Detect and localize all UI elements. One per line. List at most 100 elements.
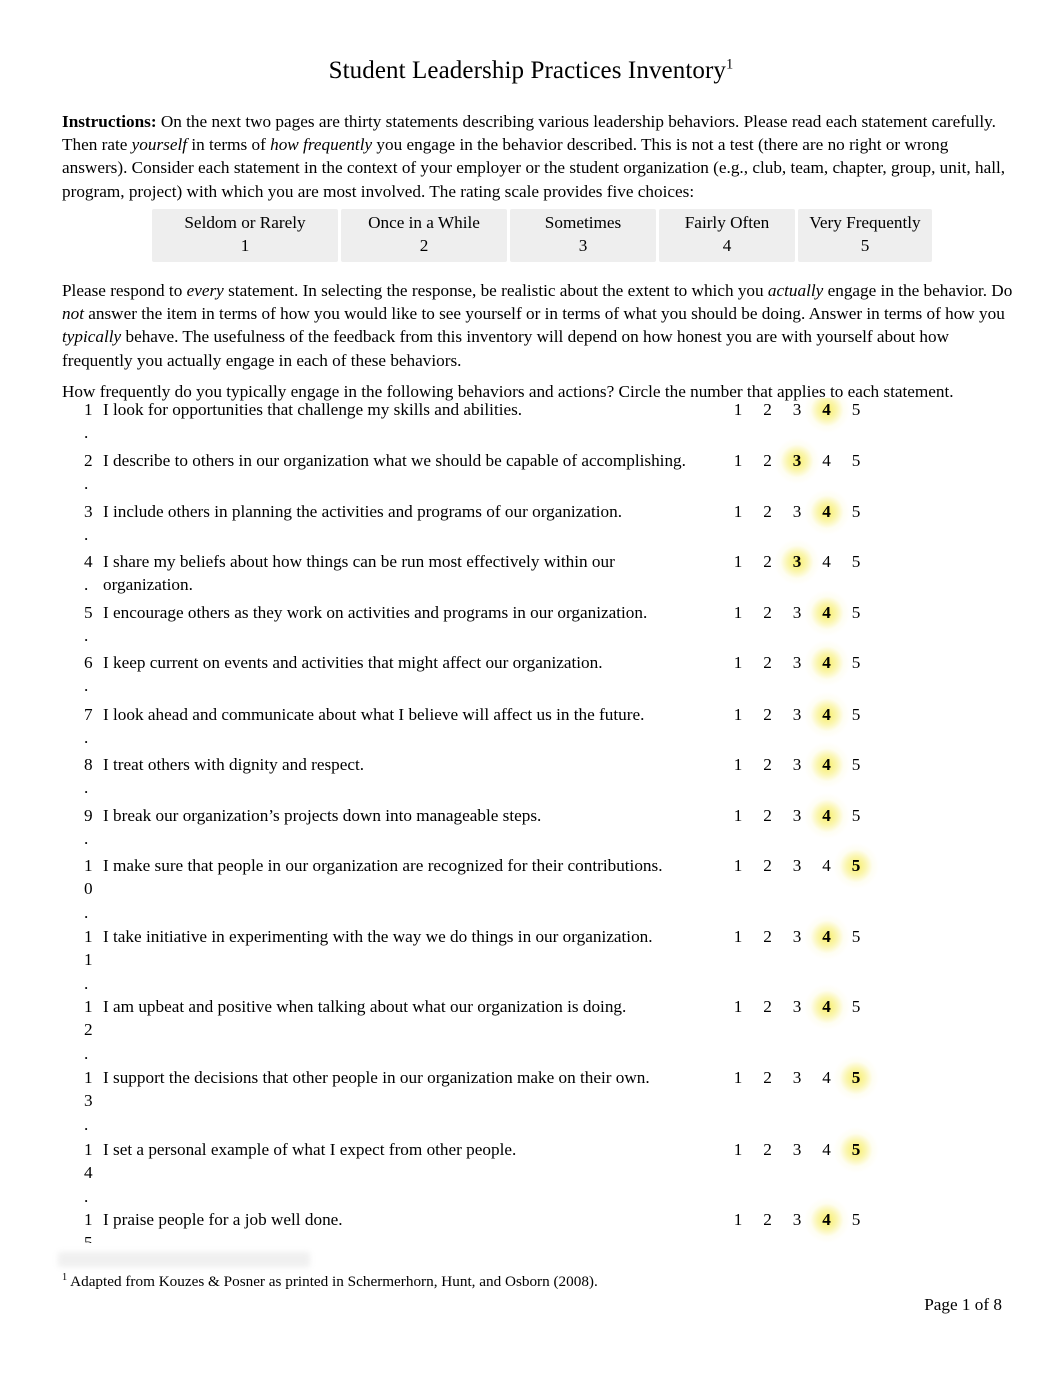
survey-item-rating-group: 12345 — [728, 691, 878, 739]
survey-item-text: I include others in planning the activit… — [103, 502, 622, 521]
rating-option-2[interactable]: 2 — [758, 995, 778, 1018]
rating-option-1[interactable]: 1 — [728, 1208, 748, 1231]
rating-option-1[interactable]: 1 — [728, 449, 748, 472]
scale-option-2: Once in a While 2 — [341, 209, 507, 262]
survey-item-rating-group: 12345 — [728, 1126, 879, 1174]
survey-item-number: 1 5 . — [84, 1210, 93, 1243]
rating-option-5-selected[interactable]: 5 — [833, 1126, 879, 1174]
respond-t1: Please respond to — [62, 281, 187, 300]
scale-option-5-value: 5 — [860, 235, 870, 255]
survey-item-rating-group: 12345 — [728, 1054, 879, 1102]
survey-item-text: I am upbeat and positive when talking ab… — [103, 997, 627, 1016]
rating-option-4-selected[interactable]: 4 — [803, 398, 850, 434]
rating-option-4-selected[interactable]: 4 — [803, 792, 850, 840]
scale-option-1-value: 1 — [240, 235, 250, 255]
instructions-italic-how-frequently: how frequently — [270, 135, 373, 155]
survey-item-number: 2 . — [84, 451, 93, 494]
scale-option-3-label: Sometimes — [544, 213, 622, 232]
survey-item-number: 1 3 . — [84, 1068, 93, 1134]
rating-option-2[interactable]: 2 — [758, 925, 778, 948]
scale-option-3-value: 3 — [578, 235, 588, 255]
rating-option-4-selected[interactable]: 4 — [803, 589, 850, 637]
page-number: Page 1 of 8 — [924, 1295, 1002, 1314]
scale-option-5-label: Very Frequently — [809, 213, 921, 232]
rating-option-5[interactable]: 5 — [846, 449, 866, 472]
document-page: Student Leadership Practices Inventory 1 … — [0, 0, 1062, 1377]
rating-option-2[interactable]: 2 — [758, 500, 778, 523]
footnote-text: Adapted from Kouzes & Posner as printed … — [67, 1273, 598, 1290]
survey-item-text: I break our organization’s projects down… — [103, 806, 542, 825]
respond-i4: typically — [62, 327, 122, 347]
rating-option-1[interactable]: 1 — [728, 1138, 748, 1161]
rating-option-4-selected[interactable]: 4 — [803, 639, 850, 687]
survey-item-text: I encourage others as they work on activ… — [103, 603, 648, 622]
page-title-text: Student Leadership Practices Inventory — [328, 57, 727, 84]
survey-item-number: 1 0 . — [84, 856, 93, 922]
rating-option-2[interactable]: 2 — [758, 1066, 778, 1089]
survey-item-text: I make sure that people in our organizat… — [103, 856, 663, 875]
scale-option-4: Fairly Often 4 — [659, 209, 795, 262]
rating-option-1[interactable]: 1 — [728, 550, 748, 573]
rating-option-1[interactable]: 1 — [728, 398, 748, 421]
rating-option-5-selected[interactable]: 5 — [833, 842, 879, 890]
scale-option-1-label: Seldom or Rarely — [184, 213, 306, 232]
survey-item-rating-group: 12345 — [728, 398, 878, 434]
rating-option-1[interactable]: 1 — [728, 925, 748, 948]
rating-option-1[interactable]: 1 — [728, 601, 748, 624]
page-title: Student Leadership Practices Inventory1 — [0, 56, 1062, 86]
rating-option-4-selected[interactable]: 4 — [803, 913, 850, 961]
survey-item-number: 8 . — [84, 755, 93, 798]
rating-option-2[interactable]: 2 — [758, 854, 778, 877]
rating-option-4-selected[interactable]: 4 — [803, 691, 850, 739]
rating-option-3-selected[interactable]: 3 — [774, 538, 820, 586]
rating-option-4-selected[interactable]: 4 — [803, 983, 850, 1031]
rating-option-2[interactable]: 2 — [758, 753, 778, 776]
rating-option-2[interactable]: 2 — [758, 1138, 778, 1161]
rating-option-5[interactable]: 5 — [846, 550, 866, 573]
rating-option-1[interactable]: 1 — [728, 500, 748, 523]
rating-option-1[interactable]: 1 — [728, 854, 748, 877]
rating-option-1[interactable]: 1 — [728, 1066, 748, 1089]
scale-option-1: Seldom or Rarely 1 — [152, 209, 338, 262]
survey-item-number: 1 . — [84, 400, 93, 443]
rating-option-3[interactable]: 3 — [787, 854, 807, 877]
rating-option-3-selected[interactable]: 3 — [774, 437, 820, 485]
scale-option-4-value: 4 — [722, 235, 732, 255]
scale-option-2-label: Once in a While — [368, 213, 480, 232]
rating-option-1[interactable]: 1 — [728, 995, 748, 1018]
survey-item-rating-group: 12345 — [728, 1196, 878, 1243]
rating-option-5-selected[interactable]: 5 — [833, 1054, 879, 1102]
instructions-italic-yourself: yourself — [131, 135, 188, 155]
rating-option-1[interactable]: 1 — [728, 651, 748, 674]
rating-option-2[interactable]: 2 — [758, 1208, 778, 1231]
survey-item-rating-group: 12345 — [728, 792, 878, 840]
rating-option-2[interactable]: 2 — [758, 703, 778, 726]
rating-option-2[interactable]: 2 — [758, 804, 778, 827]
rating-option-4-selected[interactable]: 4 — [803, 741, 850, 789]
scale-option-5: Very Frequently 5 — [798, 209, 932, 262]
rating-option-1[interactable]: 1 — [728, 804, 748, 827]
instructions-paragraph: Instructions: On the next two pages are … — [62, 110, 1015, 203]
respond-i3: not — [62, 304, 84, 324]
survey-item-text: I look ahead and communicate about what … — [103, 705, 645, 724]
rating-option-2[interactable]: 2 — [758, 651, 778, 674]
survey-items-list: 1 . I look for opportunities that challen… — [0, 398, 1062, 1243]
rating-option-3[interactable]: 3 — [787, 1138, 807, 1161]
rating-option-2[interactable]: 2 — [758, 601, 778, 624]
scale-option-3: Sometimes 3 — [510, 209, 656, 262]
respond-i1: every — [186, 281, 224, 300]
rating-option-1[interactable]: 1 — [728, 703, 748, 726]
rating-option-4-selected[interactable]: 4 — [803, 1196, 850, 1243]
survey-item-number: 1 1 . — [84, 927, 93, 993]
rating-option-4-selected[interactable]: 4 — [803, 488, 850, 536]
rating-option-1[interactable]: 1 — [728, 753, 748, 776]
rating-option-3[interactable]: 3 — [787, 1066, 807, 1089]
survey-item-text: I keep current on events and activities … — [103, 653, 603, 672]
survey-item-number: 1 4 . — [84, 1140, 93, 1206]
rating-option-2[interactable]: 2 — [758, 398, 778, 421]
instructions-body-2: in terms of — [187, 135, 271, 155]
respond-t3: engage in the behavior. Do — [823, 281, 1013, 300]
respond-i2: actually — [767, 281, 824, 300]
survey-item-number: 4 . — [84, 552, 93, 595]
survey-item-text: I support the decisions that other peopl… — [103, 1068, 650, 1087]
